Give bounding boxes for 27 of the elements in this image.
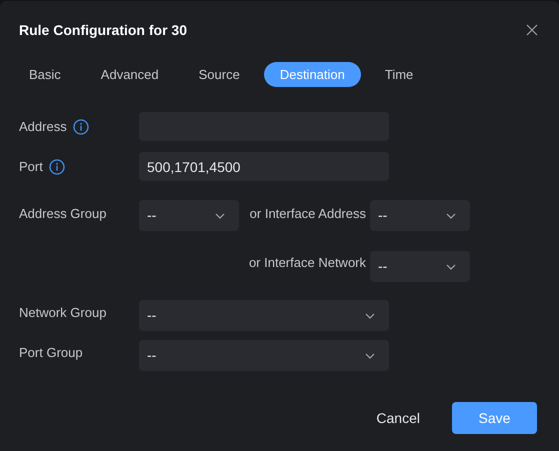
tab[interactable]: Source — [182, 62, 256, 87]
port-field[interactable]: 500,1701,4500 — [139, 152, 389, 181]
chevron-down-icon — [446, 264, 456, 270]
select-field[interactable]: -- — [370, 251, 470, 282]
close-icon[interactable] — [526, 24, 538, 36]
chevron-down-icon — [446, 212, 456, 218]
info-icon[interactable] — [72, 118, 89, 134]
field-label: or Interface Address — [250, 205, 366, 223]
field-label: Address Group — [19, 205, 106, 223]
select-field[interactable]: -- — [139, 200, 239, 231]
chevron-down-icon — [365, 312, 375, 318]
field-label: Network Group — [19, 304, 106, 322]
tab[interactable]: Basic — [13, 62, 77, 87]
chevron-down-icon — [215, 212, 225, 218]
field-label: Address — [19, 118, 67, 136]
field-label: Port — [19, 158, 43, 176]
field-label: or Interface Network — [248, 254, 366, 272]
field-label: Port Group — [19, 344, 83, 362]
select-field[interactable]: -- — [139, 340, 389, 371]
chevron-down-icon — [365, 352, 375, 358]
dialog-title: Rule Configuration for 30 — [19, 20, 187, 40]
tab[interactable]: Advanced — [84, 62, 175, 87]
cancel-button[interactable]: Cancel — [360, 402, 436, 434]
select-field[interactable]: -- — [370, 200, 470, 231]
tab[interactable]: Time — [368, 62, 430, 87]
select-field[interactable]: -- — [139, 300, 389, 331]
info-icon[interactable] — [48, 158, 65, 174]
